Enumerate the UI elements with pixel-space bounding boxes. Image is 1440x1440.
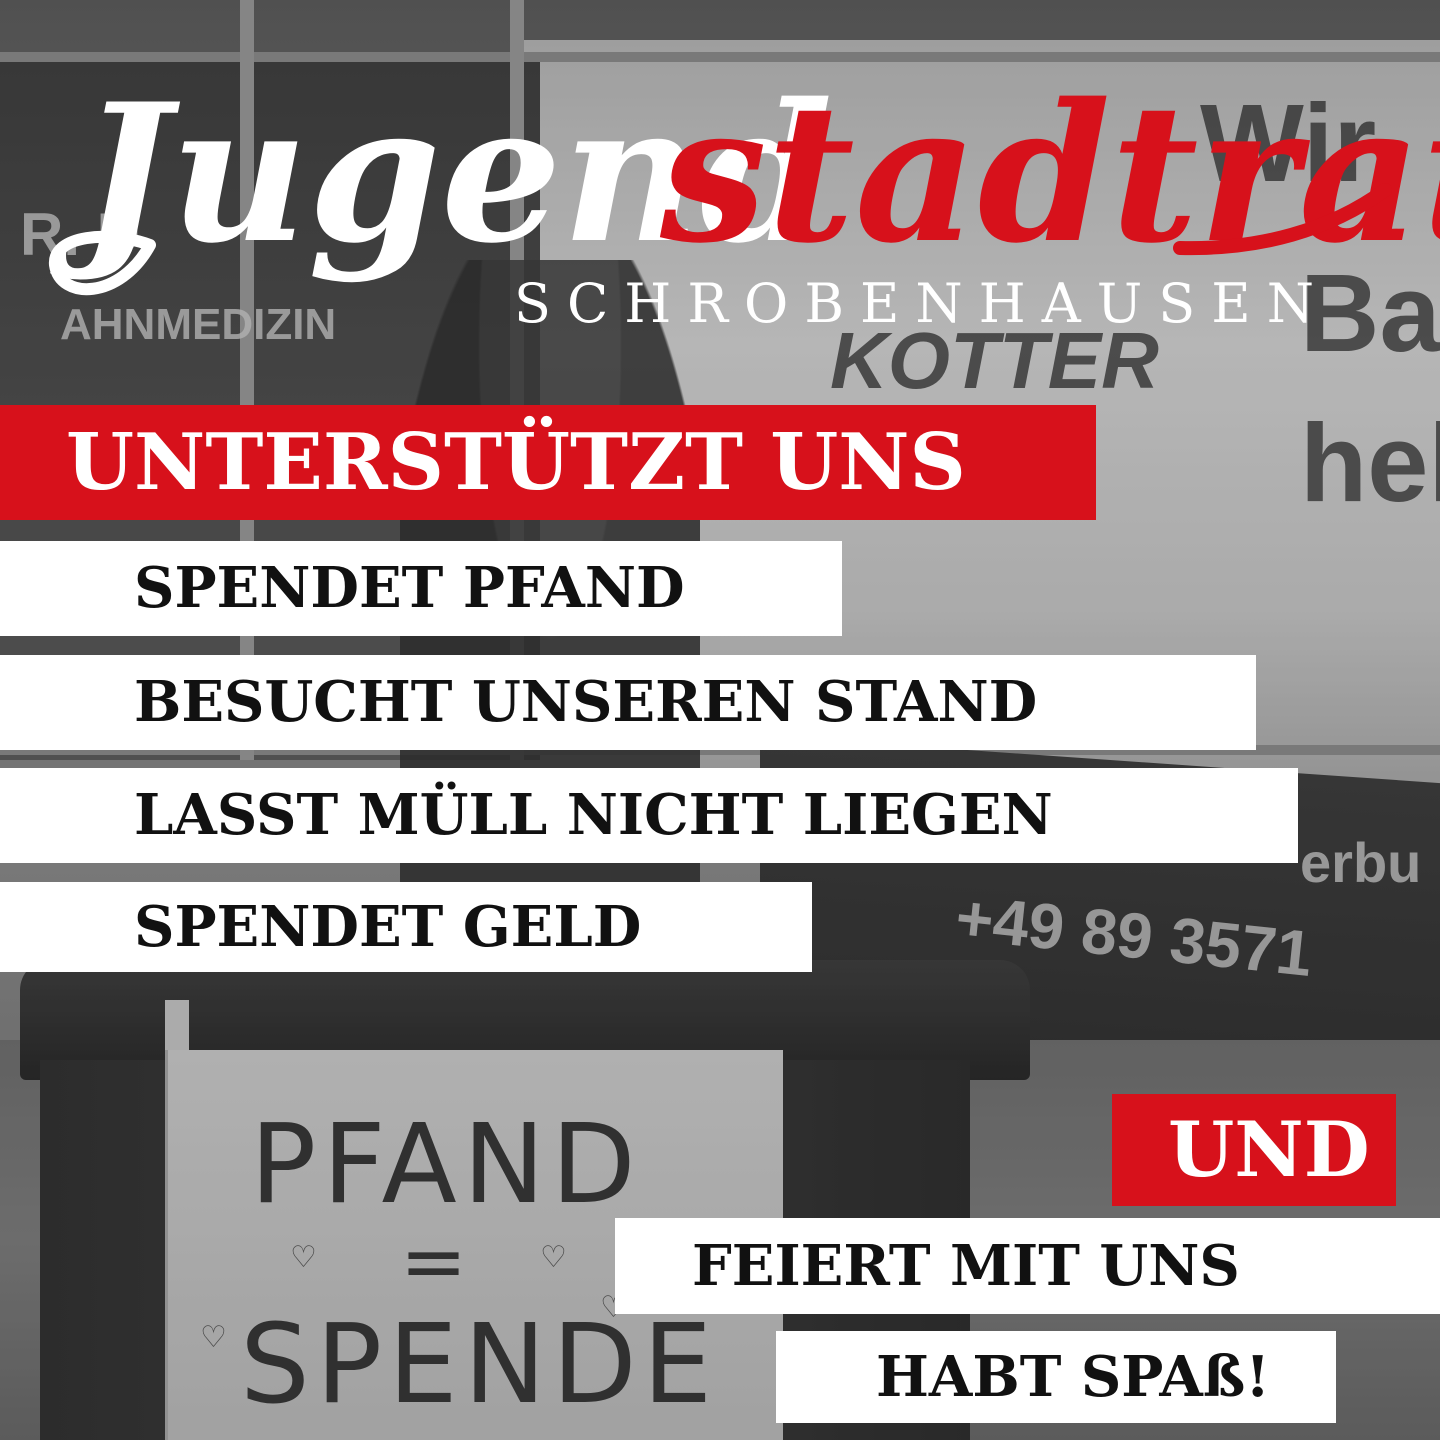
headline-banner: UNTERSTÜTZT UNS <box>0 405 1096 520</box>
headline-text: UNTERSTÜTZT UNS <box>66 417 966 508</box>
action-text: BESUCHT UNSEREN STAND <box>134 669 1038 735</box>
logo-subtitle: SCHROBENHAUSEN <box>514 272 1330 335</box>
logo-word-red: stadtrat <box>659 62 1440 285</box>
action-text: LASST MÜLL NICHT LIEGEN <box>134 782 1053 848</box>
extra-strip: HABT SPAß! <box>776 1331 1336 1423</box>
extra-text: FEIERT MIT UNS <box>692 1233 1240 1299</box>
action-strip: BESUCHT UNSEREN STAND <box>0 655 1256 750</box>
connector-banner: UND <box>1112 1094 1396 1206</box>
connector-text: UND <box>1168 1105 1370 1194</box>
extra-strip: FEIERT MIT UNS <box>615 1218 1440 1314</box>
extra-text: HABT SPAß! <box>876 1344 1270 1410</box>
action-text: SPENDET GELD <box>134 894 642 960</box>
action-strip: LASST MÜLL NICHT LIEGEN <box>0 768 1298 863</box>
logo: Jugend stadtrat SCHROBENHAUSEN <box>0 0 1440 340</box>
action-strip: SPENDET PFAND <box>0 541 842 636</box>
action-strip: SPENDET GELD <box>0 882 812 972</box>
action-text: SPENDET PFAND <box>134 555 685 621</box>
